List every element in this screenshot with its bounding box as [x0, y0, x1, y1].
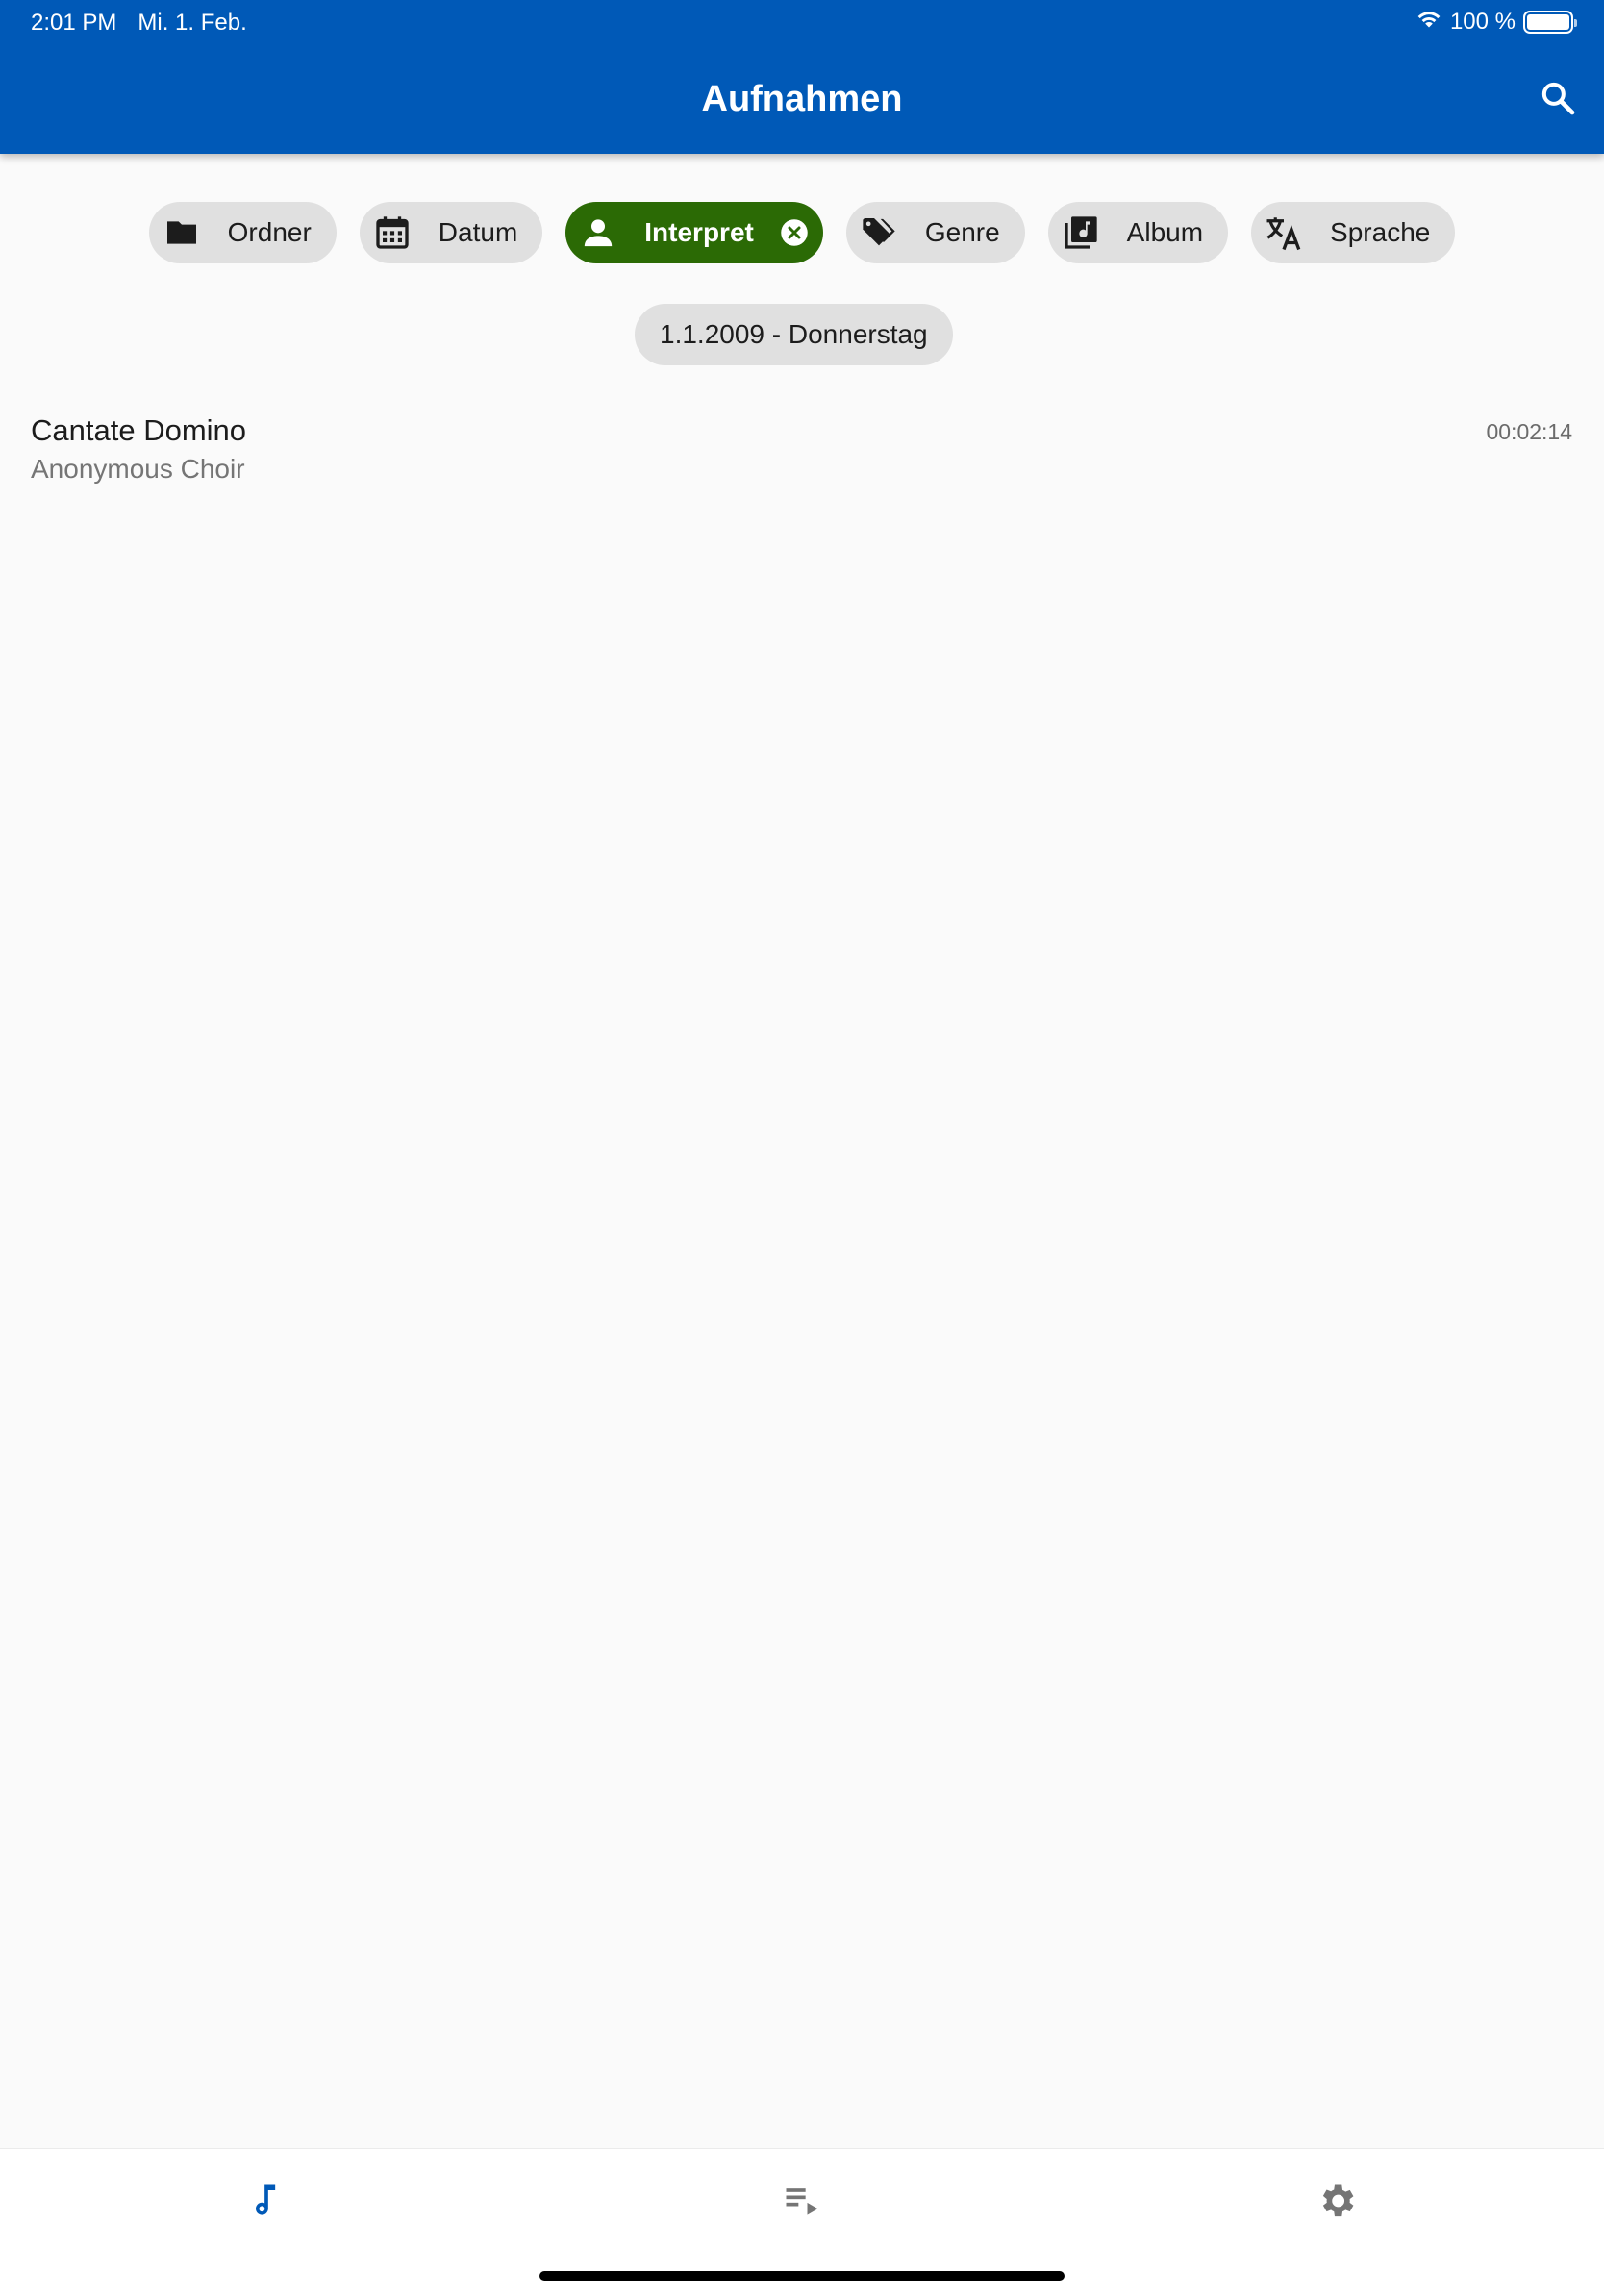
app-root: 2:01 PM Mi. 1. Feb. 100 % Aufnahmen Ordn… [0, 0, 1604, 2296]
recording-title: Cantate Domino [31, 413, 247, 447]
translate-icon [1263, 212, 1305, 254]
chip-label: Ordner [227, 217, 312, 247]
nav-settings[interactable] [1308, 2174, 1366, 2232]
nav-playlist[interactable] [773, 2174, 831, 2232]
page-title: Aufnahmen [701, 79, 903, 119]
status-bar-right: 100 % [1416, 8, 1577, 37]
chip-label: Album [1126, 217, 1204, 247]
chip-label: Genre [924, 217, 1000, 247]
wifi-icon [1416, 8, 1442, 37]
chip-label: Sprache [1330, 217, 1431, 247]
playlist-play-icon [781, 2180, 823, 2227]
filter-chip-datum[interactable]: Datum [359, 202, 543, 263]
filter-chip-bar: Ordner Datum Interpret Genre Album Sprac… [0, 202, 1604, 263]
home-indicator[interactable] [539, 2271, 1065, 2281]
app-bar: 2:01 PM Mi. 1. Feb. 100 % Aufnahmen [0, 0, 1604, 154]
search-icon [1539, 79, 1577, 122]
chip-label: Interpret [644, 217, 754, 247]
filter-chip-album[interactable]: Album [1047, 202, 1229, 263]
filter-chip-ordner[interactable]: Ordner [148, 202, 337, 263]
tag-icon [858, 212, 900, 254]
battery-percent: 100 % [1449, 9, 1516, 35]
recording-list-item[interactable]: Cantate Domino Anonymous Choir 00:02:14 [0, 404, 1604, 500]
recording-artist: Anonymous Choir [31, 454, 245, 484]
person-icon [577, 212, 619, 254]
chip-label: Datum [438, 217, 518, 247]
status-date: Mi. 1. Feb. [138, 10, 247, 36]
battery-icon [1523, 11, 1577, 34]
calendar-icon [371, 212, 414, 254]
close-circle-icon[interactable] [779, 217, 810, 248]
folder-icon [161, 212, 203, 254]
nav-recordings[interactable] [238, 2174, 295, 2232]
album-icon [1060, 212, 1102, 254]
status-time: 2:01 PM [31, 10, 117, 36]
recording-duration: 00:02:14 [1486, 419, 1572, 444]
music-note-icon [245, 2180, 288, 2227]
date-group-chip[interactable]: 1.1.2009 - Donnerstag [635, 304, 953, 365]
filter-chip-sprache[interactable]: Sprache [1251, 202, 1456, 263]
filter-chip-genre[interactable]: Genre [845, 202, 1025, 263]
status-bar-left: 2:01 PM Mi. 1. Feb. [31, 9, 247, 37]
battery-fill [1527, 14, 1569, 30]
settings-icon [1316, 2180, 1358, 2227]
search-button[interactable] [1533, 75, 1583, 125]
filter-chip-interpret[interactable]: Interpret [565, 202, 823, 263]
